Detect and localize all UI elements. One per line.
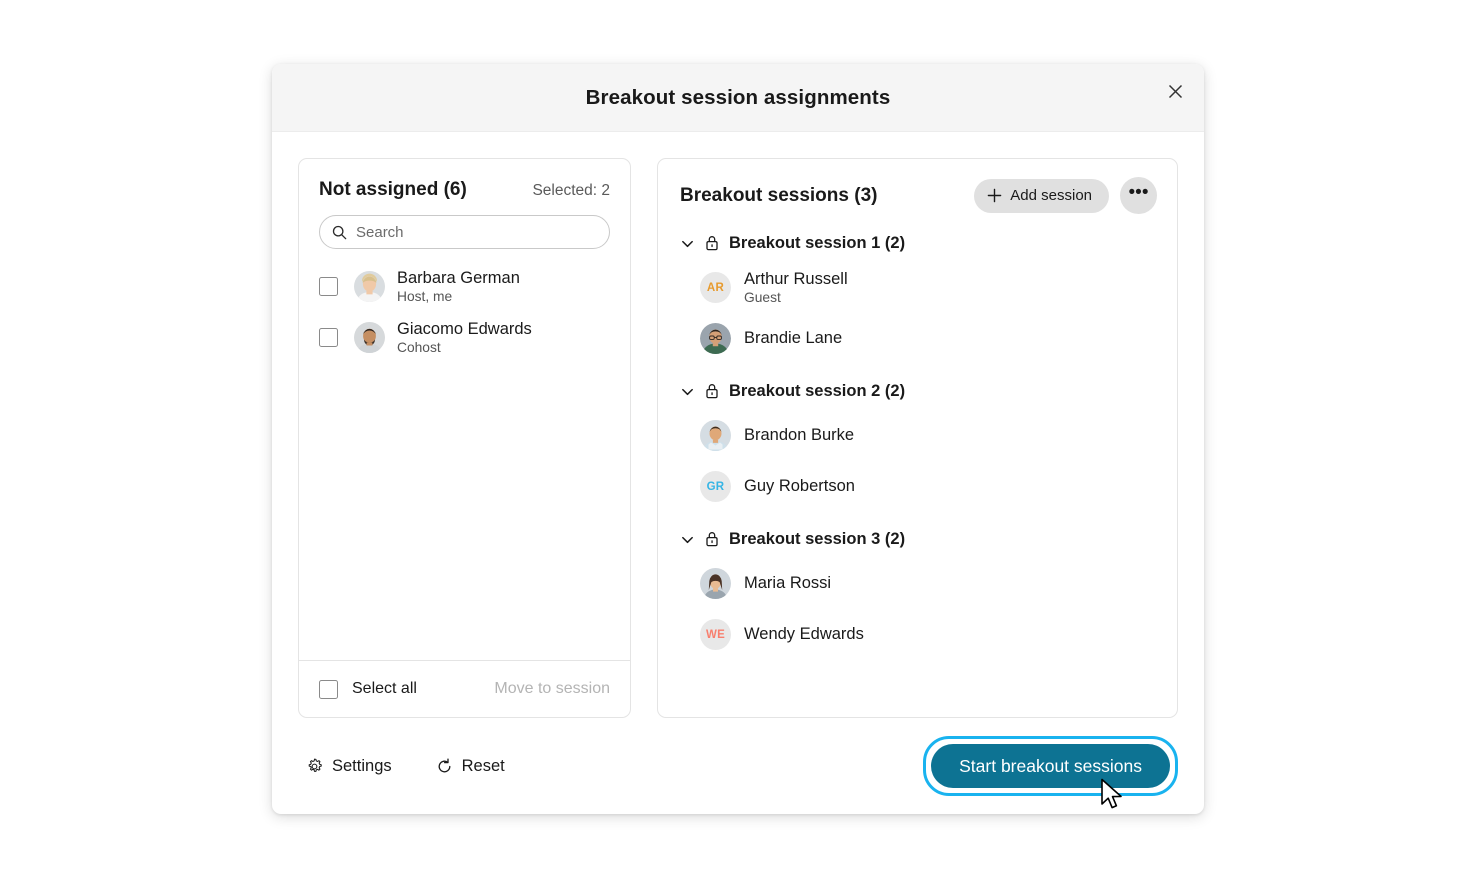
more-options-button[interactable]: ••• — [1120, 177, 1157, 214]
avatar-initials: AR — [700, 272, 731, 303]
start-breakout-sessions-button[interactable]: Start breakout sessions — [931, 744, 1170, 788]
person-text: Barbara German Host, me — [397, 269, 520, 305]
dialog-body: Not assigned (6) Selected: 2 Search Barb… — [272, 132, 1204, 718]
select-all-label: Select all — [352, 680, 417, 697]
selected-count-label: Selected: 2 — [532, 182, 610, 199]
move-to-session-button[interactable]: Move to session — [494, 680, 610, 698]
select-all-checkbox[interactable] — [319, 679, 338, 699]
session-name: Breakout session 1 (2) — [729, 233, 906, 252]
member-text: Arthur Russell Guest — [744, 270, 848, 306]
add-session-label: Add session — [1010, 187, 1092, 204]
list-item[interactable]: Giacomo Edwards Cohost — [313, 312, 616, 363]
avatar — [700, 568, 731, 599]
breakout-assignments-dialog: Breakout session assignments Not assigne… — [272, 64, 1204, 814]
session-name: Breakout session 3 (2) — [729, 529, 906, 548]
search-input[interactable] — [356, 223, 597, 241]
avatar-initials-text: WE — [705, 628, 726, 641]
not-assigned-title: Not assigned (6) — [319, 179, 467, 200]
chevron-down-icon[interactable] — [680, 384, 695, 399]
ellipsis-icon: ••• — [1128, 182, 1149, 203]
not-assigned-header: Not assigned (6) Selected: 2 — [299, 159, 630, 201]
list-item[interactable]: GR Guy Robertson — [674, 461, 1161, 512]
list-item[interactable]: Brandie Lane — [674, 313, 1161, 364]
member-name: Arthur Russell — [744, 269, 848, 288]
gear-icon — [308, 758, 322, 772]
reset-icon — [438, 757, 451, 772]
reset-label: Reset — [461, 756, 505, 775]
settings-button[interactable]: Settings — [298, 751, 400, 782]
avatar-photo-brandie — [700, 323, 731, 354]
list-item[interactable]: AR Arthur Russell Guest — [674, 262, 1161, 313]
breakout-sessions-header: Breakout sessions (3) Add session ••• — [658, 159, 1177, 214]
person-role: Host, me — [397, 289, 453, 305]
session-header-actions: Add session ••• — [974, 177, 1157, 214]
chevron-down-icon[interactable] — [680, 236, 695, 251]
session-header-3[interactable]: Breakout session 3 (2) — [674, 520, 1161, 558]
chevron-down-icon[interactable] — [680, 532, 695, 547]
settings-label: Settings — [332, 756, 392, 775]
person-name: Giacomo Edwards — [397, 319, 532, 338]
person-text: Giacomo Edwards Cohost — [397, 320, 532, 356]
person-name: Barbara German — [397, 268, 520, 287]
lock-icon — [706, 236, 718, 251]
dialog-footer: Settings Reset Start breakout sessions — [272, 718, 1204, 814]
person-checkbox[interactable] — [319, 277, 338, 296]
member-name: Wendy Edwards — [744, 625, 864, 644]
member-name: Guy Robertson — [744, 477, 855, 496]
list-item[interactable]: WE Wendy Edwards — [674, 609, 1161, 660]
member-name: Brandon Burke — [744, 426, 855, 445]
breakout-sessions-title: Breakout sessions (3) — [680, 184, 878, 206]
member-name: Brandie Lane — [744, 329, 843, 348]
list-item[interactable]: Brandon Burke — [674, 410, 1161, 461]
not-assigned-footer: Select all Move to session — [299, 660, 630, 717]
avatar-photo-brandon — [700, 420, 731, 451]
add-session-button[interactable]: Add session — [974, 178, 1109, 213]
dialog-title: Breakout session assignments — [585, 85, 891, 109]
list-item[interactable]: Maria Rossi — [674, 558, 1161, 609]
list-item[interactable]: Barbara German Host, me — [313, 261, 616, 312]
session-header-2[interactable]: Breakout session 2 (2) — [674, 372, 1161, 410]
avatar — [700, 323, 731, 354]
avatar-initials-text: AR — [706, 281, 725, 294]
avatar-photo-maria — [700, 568, 731, 599]
lock-icon — [706, 384, 718, 399]
member-text: Guy Robertson — [744, 477, 855, 495]
dialog-header: Breakout session assignments — [272, 64, 1204, 132]
session-name: Breakout session 2 (2) — [729, 381, 906, 400]
member-text: Brandon Burke — [744, 426, 854, 444]
lock-icon — [706, 532, 718, 547]
close-button[interactable] — [1158, 74, 1192, 108]
reset-button[interactable]: Reset — [428, 751, 513, 782]
start-button-focus-ring: Start breakout sessions — [923, 736, 1178, 796]
member-name: Maria Rossi — [744, 574, 832, 593]
avatar-initials-text: GR — [706, 480, 725, 493]
avatar-initials: WE — [700, 619, 731, 650]
search-field[interactable] — [319, 215, 610, 249]
not-assigned-panel: Not assigned (6) Selected: 2 Search Barb… — [298, 158, 631, 718]
screen-root: Breakout session assignments Not assigne… — [0, 0, 1476, 880]
breakout-sessions-panel: Breakout sessions (3) Add session ••• Br… — [657, 158, 1178, 718]
avatar — [354, 322, 385, 353]
member-text: Brandie Lane — [744, 329, 842, 347]
plus-icon — [987, 188, 1002, 203]
avatar — [354, 271, 385, 302]
member-text: Maria Rossi — [744, 574, 831, 592]
avatar-photo-barbara — [354, 271, 385, 302]
person-role: Cohost — [397, 340, 441, 356]
member-text: Wendy Edwards — [744, 625, 864, 643]
avatar-initials: GR — [700, 471, 731, 502]
search-icon — [332, 225, 347, 239]
close-icon — [1168, 84, 1182, 98]
person-checkbox[interactable] — [319, 328, 338, 347]
sessions-list: Breakout session 1 (2) AR Arthur Russell… — [658, 214, 1177, 717]
member-role: Guest — [744, 290, 781, 306]
session-header-1[interactable]: Breakout session 1 (2) — [674, 224, 1161, 262]
avatar — [700, 420, 731, 451]
not-assigned-list: Barbara German Host, me Giacomo Edwards … — [299, 249, 630, 660]
avatar-photo-giacomo — [354, 322, 385, 353]
